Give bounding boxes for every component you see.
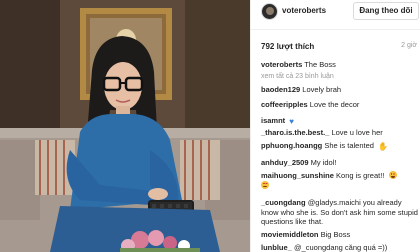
post-photo[interactable] — [0, 0, 250, 252]
comment-item: maihuong_sunshine Kong is great!! — [261, 171, 419, 190]
comment-item: _tharo.is.the.best._ Love u love her — [261, 128, 419, 138]
post-sidebar: voteroberts Đang theo dõi 792 lượt thích… — [250, 0, 420, 252]
heart-eyes-emoji-icon — [261, 180, 269, 189]
avatar[interactable] — [261, 3, 278, 20]
comment-item: lunblue_ @_cuongdang căng quá =)) — [261, 243, 419, 252]
likes-row: 792 lượt thích 2 giờ — [261, 42, 417, 54]
comment-item: pphuong.hoangg She is talented ✋ — [261, 141, 419, 151]
comment-username[interactable]: _tharo.is.the.best._ — [261, 128, 329, 137]
like-count[interactable]: 792 lượt thích — [261, 42, 314, 51]
comment-text: Love the decor — [309, 100, 360, 109]
comment-username[interactable]: isamnt — [261, 116, 285, 125]
comment-text: @_cuongdang căng quá =)) — [293, 243, 388, 252]
comment-item: moviemiddleton Big Boss — [261, 230, 419, 240]
comment-text: My idol! — [310, 158, 337, 167]
comment-username[interactable]: lunblue_ — [261, 243, 292, 252]
comment-username[interactable]: _cuongdang — [261, 198, 306, 207]
comment-item: isamnt ♥ — [261, 116, 419, 126]
post-image — [0, 0, 250, 252]
comment-text: Love u love her — [331, 128, 383, 137]
author-username[interactable]: voteroberts — [282, 6, 326, 15]
thumbs-up-icon: ✋ — [378, 142, 389, 151]
comment-username[interactable]: maihuong_sunshine — [261, 171, 334, 180]
comment-username[interactable]: coffeeripples — [261, 100, 308, 109]
blue-heart-icon: ♥ — [289, 117, 295, 126]
comment-item: coffeeripples Love the decor — [261, 100, 419, 110]
comment-username[interactable]: anhduy_2509 — [261, 158, 309, 167]
following-button[interactable]: Đang theo dõi — [353, 2, 419, 20]
comment-item: _cuongdang @gladys.maichi you already kn… — [261, 198, 419, 227]
comment-username[interactable]: pphuong.hoangg — [261, 141, 322, 150]
comment-text: Big Boss — [320, 230, 351, 239]
post-time: 2 giờ — [401, 42, 417, 49]
caption: voteroberts The Boss — [261, 60, 419, 70]
heart-eyes-emoji-icon — [388, 171, 397, 179]
comment-text: The Boss — [304, 60, 336, 69]
comment-item: baoden129 Lovely brah — [261, 85, 419, 95]
post-header: voteroberts Đang theo dõi — [251, 0, 420, 30]
comment-item: anhduy_2509 My idol! — [261, 158, 419, 168]
comment-text: Lovely brah — [302, 85, 342, 94]
comment-username[interactable]: baoden129 — [261, 85, 300, 94]
comment-username[interactable]: voteroberts — [261, 60, 302, 69]
comment-username[interactable]: moviemiddleton — [261, 230, 319, 239]
comment-text: She is talented — [324, 141, 374, 150]
view-all-comments-label[interactable]: xem tất cả 23 bình luận — [261, 73, 334, 80]
view-all-comments-link[interactable]: xem tất cả 23 bình luận — [261, 71, 419, 82]
comment-text: Kong is great!! — [336, 171, 385, 180]
